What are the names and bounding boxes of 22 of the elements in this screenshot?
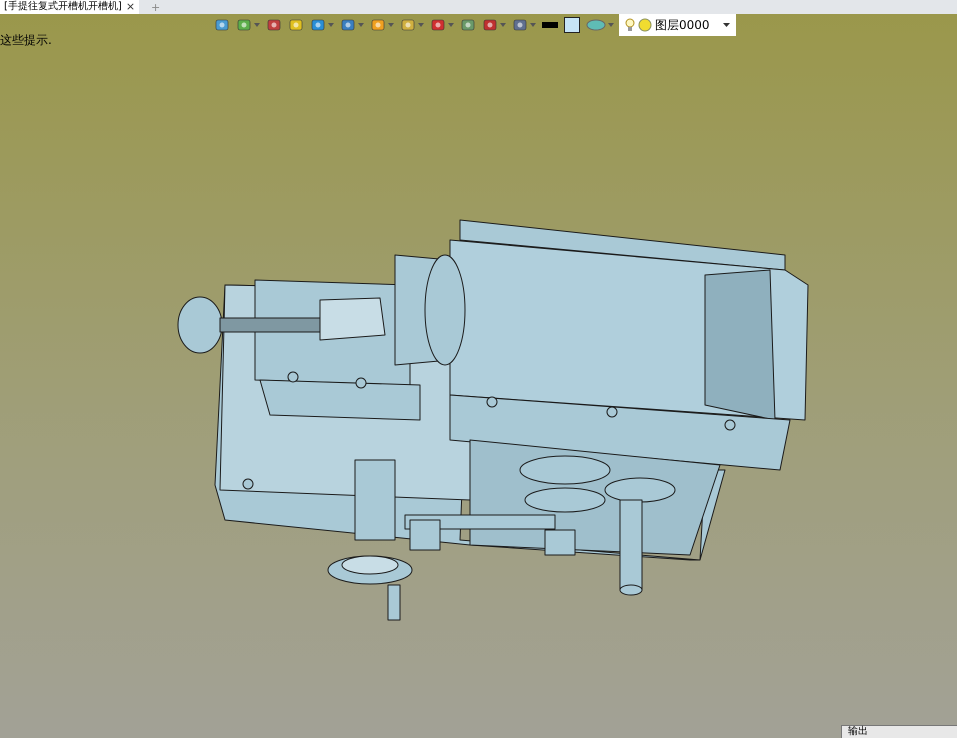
tab-title: [手提往复式开槽机开槽机] <box>4 1 122 13</box>
document-tab[interactable]: [手提往复式开槽机开槽机] × <box>0 0 140 14</box>
light-bulb-icon <box>625 18 635 32</box>
caret-icon <box>418 23 424 27</box>
hint-text: 这些提示. <box>0 32 52 49</box>
caret-icon <box>328 23 334 27</box>
layers-icon <box>586 19 606 31</box>
3d-viewport[interactable]: 图层0000 这些提示. 输出 <box>0 14 957 738</box>
sun-icon <box>638 18 652 32</box>
caret-icon <box>448 23 454 27</box>
panel-title: 输出 <box>848 726 869 738</box>
caret-icon <box>388 23 394 27</box>
caret-icon <box>254 23 260 27</box>
color-swatch-icon <box>564 17 580 33</box>
caret-icon <box>530 23 536 27</box>
close-tab-button[interactable]: × <box>126 1 136 13</box>
caret-icon <box>608 23 614 27</box>
caret-icon <box>500 23 506 27</box>
layer-dropdown[interactable]: 图层0000 <box>619 14 736 36</box>
color-button[interactable] <box>563 15 581 35</box>
caret-icon <box>722 23 730 27</box>
caret-icon <box>358 23 364 27</box>
